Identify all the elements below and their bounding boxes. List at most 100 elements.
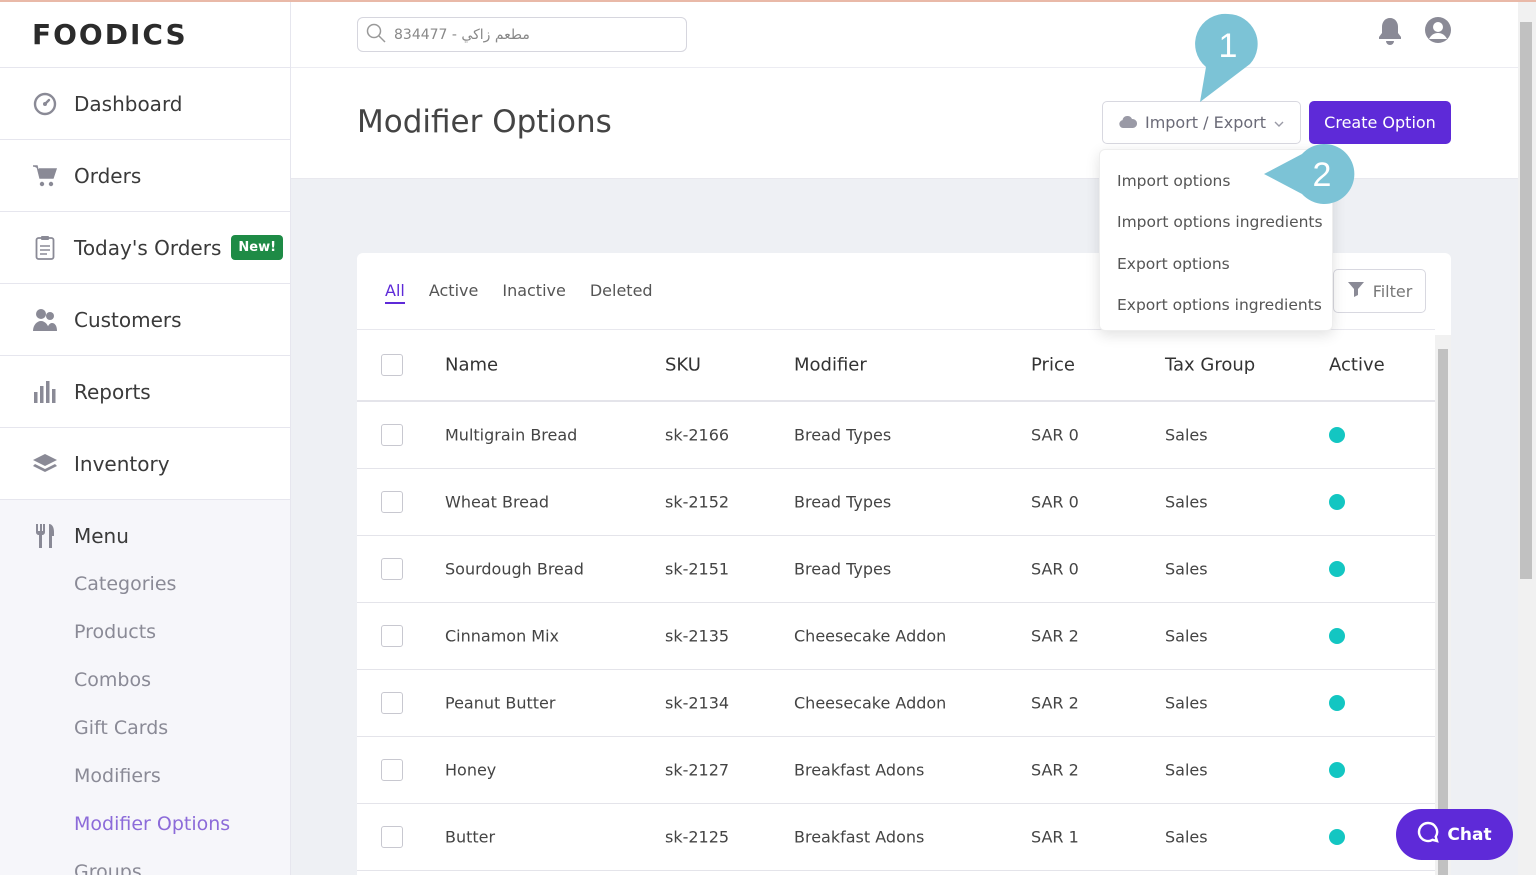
- step-marker-1-label: 1: [1219, 27, 1238, 65]
- sidebar-item-orders[interactable]: Orders: [0, 140, 290, 212]
- cell-price: SAR 2: [1031, 693, 1079, 713]
- layers-icon: [32, 451, 58, 477]
- sidebar-item-reports[interactable]: Reports: [0, 356, 290, 428]
- create-option-button[interactable]: Create Option: [1309, 101, 1451, 144]
- cell-name: Multigrain Bread: [445, 425, 578, 445]
- table-row[interactable]: Peanut Butter sk-2134 Cheesecake Addon S…: [357, 670, 1435, 737]
- table-row[interactable]: Cinnamon Mix sk-2135 Cheesecake Addon SA…: [357, 603, 1435, 670]
- cell-modifier: Breakfast Adons: [794, 827, 925, 847]
- active-status-dot: [1329, 695, 1345, 711]
- foodics-logo[interactable]: FOODICS: [0, 2, 290, 68]
- table-scrollbar[interactable]: [1435, 335, 1451, 875]
- row-checkbox[interactable]: [381, 826, 403, 848]
- sidebar-sub-categories[interactable]: Categories: [0, 560, 290, 608]
- chat-button[interactable]: Chat: [1396, 809, 1513, 860]
- active-status-dot: [1329, 561, 1345, 577]
- search-icon: [366, 23, 386, 47]
- active-status-dot: [1329, 427, 1345, 443]
- cutlery-icon: [32, 523, 58, 549]
- column-header-price[interactable]: Price: [1031, 355, 1075, 376]
- sidebar-sub-products[interactable]: Products: [0, 608, 290, 656]
- row-checkbox[interactable]: [381, 424, 403, 446]
- table-row[interactable]: Sourdough Bread sk-2151 Bread Types SAR …: [357, 536, 1435, 603]
- sidebar-menu-label: Menu: [74, 524, 129, 548]
- cell-modifier: Breakfast Adons: [794, 760, 925, 780]
- row-checkbox[interactable]: [381, 491, 403, 513]
- cell-price: SAR 2: [1031, 626, 1079, 646]
- sidebar: FOODICS Dashboard Orders Today's Orders …: [0, 2, 291, 875]
- cell-price: SAR 0: [1031, 425, 1079, 445]
- page-scrollbar[interactable]: [1518, 2, 1536, 875]
- table-row[interactable]: Multigrain Bread sk-2166 Bread Types SAR…: [357, 402, 1435, 469]
- tab-active[interactable]: Active: [429, 281, 479, 304]
- tab-all[interactable]: All: [385, 281, 405, 304]
- menu-item-export-options-ingredients[interactable]: Export options ingredients: [1100, 285, 1332, 327]
- step-marker-1: 1: [1195, 13, 1258, 103]
- active-status-dot: [1329, 628, 1345, 644]
- row-checkbox[interactable]: [381, 625, 403, 647]
- sidebar-item-todays-orders[interactable]: Today's Orders New!: [0, 212, 290, 284]
- filter-label: Filter: [1372, 281, 1413, 301]
- bar-chart-icon: [32, 379, 58, 405]
- sidebar-sub-modifier-options[interactable]: Modifier Options: [0, 800, 290, 848]
- chat-bubble-icon: [1417, 821, 1440, 848]
- column-header-active[interactable]: Active: [1329, 355, 1385, 376]
- select-all-checkbox[interactable]: [381, 354, 403, 376]
- menu-item-import-options-ingredients[interactable]: Import options ingredients: [1100, 202, 1332, 244]
- step-marker-2: 2: [1264, 144, 1355, 204]
- topbar: مطعم زاكي - 834477: [291, 2, 1518, 68]
- column-header-tax-group[interactable]: Tax Group: [1165, 355, 1255, 376]
- sidebar-sub-combos[interactable]: Combos: [0, 656, 290, 704]
- cell-tax-group: Sales: [1165, 559, 1208, 579]
- filter-icon: [1347, 281, 1365, 301]
- row-checkbox[interactable]: [381, 692, 403, 714]
- table-header-row: Name SKU Modifier Price Tax Group Active: [357, 330, 1435, 402]
- search-input[interactable]: مطعم زاكي - 834477: [357, 17, 687, 52]
- cell-name: Cinnamon Mix: [445, 626, 560, 646]
- tab-deleted[interactable]: Deleted: [590, 281, 653, 304]
- cell-modifier: Bread Types: [794, 492, 892, 512]
- new-badge: New!: [231, 235, 284, 260]
- cell-tax-group: Sales: [1165, 760, 1208, 780]
- step-marker-2-label: 2: [1313, 156, 1332, 194]
- table-row[interactable]: Butter sk-2125 Breakfast Adons SAR 1 Sal…: [357, 804, 1435, 871]
- options-table: Name SKU Modifier Price Tax Group Active…: [357, 329, 1435, 871]
- import-export-button[interactable]: Import / Export: [1102, 101, 1301, 144]
- tab-inactive[interactable]: Inactive: [502, 281, 566, 304]
- page-scrollbar-thumb[interactable]: [1520, 22, 1532, 579]
- cell-modifier: Cheesecake Addon: [794, 626, 947, 646]
- sidebar-item-inventory[interactable]: Inventory: [0, 428, 290, 500]
- sidebar-item-label: Dashboard: [74, 91, 183, 116]
- cell-price: SAR 0: [1031, 492, 1079, 512]
- column-header-sku[interactable]: SKU: [665, 355, 701, 376]
- filter-button[interactable]: Filter: [1333, 269, 1426, 313]
- cell-name: Peanut Butter: [445, 693, 556, 713]
- sidebar-sub-modifiers[interactable]: Modifiers: [0, 752, 290, 800]
- chat-label: Chat: [1447, 824, 1492, 845]
- sidebar-item-label: Inventory: [74, 451, 170, 476]
- column-header-name[interactable]: Name: [445, 355, 498, 376]
- user-avatar-icon[interactable]: [1424, 16, 1452, 44]
- cart-icon: [32, 163, 58, 189]
- sidebar-item-dashboard[interactable]: Dashboard: [0, 68, 290, 140]
- active-status-dot: [1329, 762, 1345, 778]
- search-value: مطعم زاكي - 834477: [394, 26, 530, 43]
- cell-tax-group: Sales: [1165, 827, 1208, 847]
- clipboard-icon: [32, 235, 58, 261]
- menu-item-export-options[interactable]: Export options: [1100, 243, 1332, 285]
- sidebar-sub-gift-cards[interactable]: Gift Cards: [0, 704, 290, 752]
- sidebar-item-customers[interactable]: Customers: [0, 284, 290, 356]
- cell-tax-group: Sales: [1165, 492, 1208, 512]
- notification-bell-icon[interactable]: [1377, 16, 1405, 46]
- table-row[interactable]: Honey sk-2127 Breakfast Adons SAR 2 Sale…: [357, 737, 1435, 804]
- table-scrollbar-thumb[interactable]: [1438, 349, 1448, 875]
- dashboard-icon: [32, 91, 58, 117]
- row-checkbox[interactable]: [381, 558, 403, 580]
- row-checkbox[interactable]: [381, 759, 403, 781]
- sidebar-sub-groups[interactable]: Groups: [0, 848, 290, 875]
- table-row[interactable]: Wheat Bread sk-2152 Bread Types SAR 0 Sa…: [357, 469, 1435, 536]
- cell-sku: sk-2166: [665, 425, 730, 445]
- import-export-label: Import / Export: [1144, 113, 1267, 132]
- column-header-modifier[interactable]: Modifier: [794, 355, 867, 376]
- cell-modifier: Bread Types: [794, 559, 892, 579]
